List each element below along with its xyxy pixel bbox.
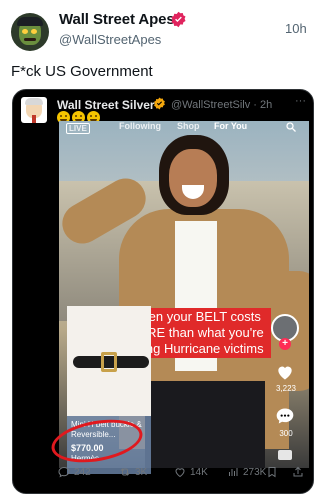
heart-icon[interactable] (274, 362, 296, 382)
share-icon (293, 466, 303, 477)
bookmark-icon[interactable] (278, 450, 292, 460)
search-icon (286, 122, 296, 132)
belt-product-image (67, 306, 151, 416)
views-bar-chart-icon (229, 468, 238, 476)
quoted-author-avatar[interactable] (21, 97, 47, 123)
video-likes-count: 3,223 (275, 384, 297, 393)
video-comments-count: 300 (279, 429, 293, 438)
post-text: F*ck US Government (11, 63, 153, 80)
author-avatar[interactable] (11, 13, 49, 51)
tiktok-tab-bar: LIVE Following Shop For You (59, 121, 309, 134)
reply-button[interactable]: 242 (58, 466, 91, 478)
more-options-icon[interactable]: ··· (295, 95, 306, 107)
tab-shop: Shop (177, 121, 200, 131)
tab-live: LIVE (66, 123, 90, 134)
bookmark-button[interactable] (266, 466, 278, 478)
tab-for-you: For You (214, 121, 248, 131)
follow-plus-icon[interactable]: + (279, 338, 291, 350)
reply-count: 242 (74, 466, 91, 478)
like-count: 14K (190, 466, 208, 478)
retweet-count: 3K (135, 466, 148, 478)
author-name[interactable]: Wall Street Apes (59, 11, 175, 28)
quoted-action-bar: 242 3K 14K 273K (12, 466, 314, 482)
views-button[interactable]: 273K (227, 466, 266, 478)
quoted-author-name[interactable]: Wall Street Silver (57, 98, 155, 112)
post-header: Wall Street Apes @WallStreetApes 10h (0, 0, 325, 56)
retweet-button[interactable]: 3K (119, 466, 147, 478)
tab-following: Following (119, 121, 161, 131)
quoted-post[interactable]: Wall Street Silver @WallStreetSilv · 2h … (12, 89, 314, 494)
author-handle[interactable]: @WallStreetApes (59, 32, 161, 47)
reply-icon (58, 466, 70, 478)
retweet-icon (120, 468, 130, 476)
bookmark-outline-icon (268, 467, 276, 478)
post-timestamp[interactable]: 10h (285, 21, 307, 36)
like-button[interactable]: 14K (174, 466, 208, 478)
views-count: 273K (243, 466, 267, 478)
gold-verified-badge-icon (154, 97, 165, 110)
share-button[interactable] (292, 466, 304, 478)
comment-bubble-icon[interactable] (274, 406, 296, 426)
heart-outline-icon (175, 468, 185, 478)
quoted-author-handle[interactable]: @WallStreetSilv · 2h (171, 99, 272, 111)
verified-badge-icon (171, 11, 186, 28)
